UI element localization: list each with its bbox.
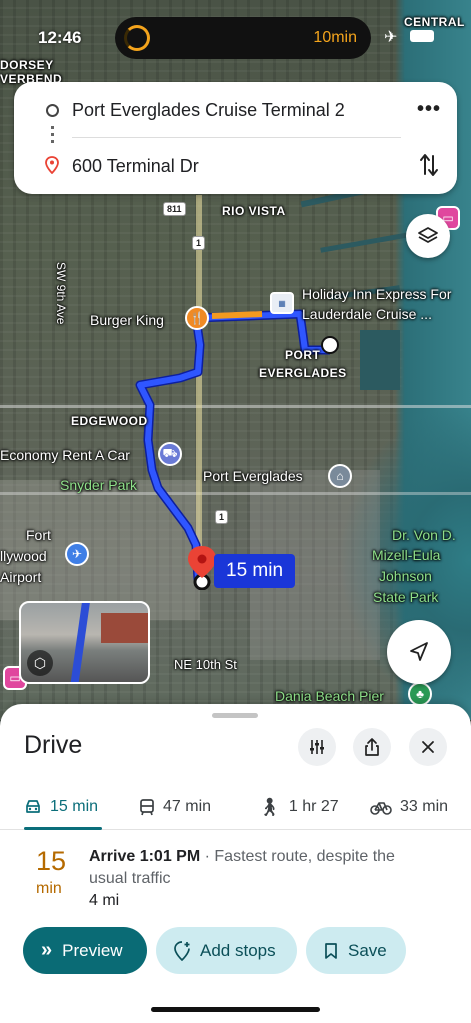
label-mizell-line4: State Park [373, 589, 439, 605]
label-holiday-inn-line1: Holiday Inn Express For [302, 286, 452, 302]
tab-walk-label: 1 hr 27 [288, 798, 339, 815]
label-mizell-line3: Johnson [379, 568, 432, 584]
landmark-icon[interactable]: ⌂ [328, 464, 352, 488]
route-options-button[interactable] [298, 728, 336, 766]
destination-pin-icon[interactable] [187, 546, 217, 590]
bike-icon [370, 802, 392, 815]
origin-field[interactable]: Port Everglades Cruise Terminal 2 [72, 100, 345, 121]
label-airport-line3: Airport [0, 569, 42, 585]
status-time: 12:46 [38, 28, 82, 47]
label-burger-king: Burger King [90, 312, 164, 328]
swap-directions-icon[interactable] [419, 152, 439, 178]
car-icon [26, 800, 40, 813]
timer-ring-icon [124, 25, 150, 51]
duration-number: 15 [36, 846, 67, 876]
tab-bike-label: 33 min [400, 798, 449, 815]
layers-icon [418, 227, 438, 243]
add-stops-label: Add stops [200, 940, 276, 960]
my-location-button[interactable] [387, 620, 451, 684]
navigation-arrow-icon [410, 642, 428, 661]
tab-transit[interactable]: 47 min [139, 784, 211, 830]
active-tab-indicator [24, 827, 102, 830]
label-port-everglades: Port Everglades [203, 468, 303, 484]
label-dania-beach-pier: Dania Beach Pier [275, 688, 384, 704]
add-location-icon [174, 940, 190, 961]
divider [72, 137, 401, 138]
airport-icon[interactable]: ✈ [65, 542, 89, 566]
status-bar: 12:46 10min ✈ [0, 0, 471, 60]
sheet-drag-handle[interactable] [212, 713, 258, 718]
dynamic-island[interactable]: 10min [115, 17, 371, 59]
label-mizell-line2: Mizell-Eula [372, 547, 441, 563]
sheet-title: Drive [24, 731, 83, 759]
hotel-icon[interactable]: ▦ [270, 292, 294, 314]
park-icon[interactable]: ♣ [408, 682, 432, 706]
eta-badge[interactable]: 15 min [214, 554, 296, 588]
label-economy-rent-a-car: Economy Rent A Car [0, 447, 130, 463]
route-result[interactable]: 15 min Arrive 1:01 PM · Fastest route, d… [0, 844, 471, 914]
walk-icon: 🚶︎ [258, 796, 281, 817]
label-ne-10th-st: NE 10th St [174, 657, 237, 672]
origin-dot-icon [46, 104, 59, 117]
route-search-card: Port Everglades Cruise Terminal 2 600 Te… [14, 82, 457, 194]
arrival-summary: Arrive 1:01 PM · Fastest route, despite … [89, 846, 429, 890]
route-traffic [211, 311, 263, 319]
destination-field[interactable]: 600 Terminal Dr [72, 156, 199, 177]
route-shield-1: 1 [192, 236, 206, 250]
label-port-area-line1: PORT [285, 348, 321, 362]
tab-transit-label: 47 min [163, 798, 212, 815]
tab-walk[interactable]: 🚶︎ 1 hr 27 [258, 784, 339, 830]
cube-icon: ⬡ [27, 650, 53, 676]
label-snyder-park: Snyder Park [60, 477, 138, 493]
transit-icon [140, 799, 154, 816]
travel-mode-tabs: 15 min 47 min 🚶︎ 1 hr 27 33 min [0, 784, 471, 830]
preview-label: Preview [62, 940, 123, 960]
battery-icon [410, 30, 434, 42]
share-button[interactable] [353, 728, 391, 766]
route-shield-811: 811 [163, 202, 186, 216]
duration-unit: min [36, 880, 62, 897]
tab-bike[interactable]: 33 min [370, 784, 448, 830]
arrival-time: Arrive 1:01 PM [89, 848, 201, 865]
double-chevron-right-icon: » [41, 939, 53, 961]
label-edgewood: EDGEWOOD [71, 414, 148, 428]
destination-pin-icon [45, 156, 59, 174]
label-airport-line2: llywood [0, 548, 47, 564]
car-rental-icon[interactable]: ⛟ [158, 442, 182, 466]
street-view-building [101, 613, 148, 643]
label-rio-vista: RIO VISTA [222, 204, 286, 218]
add-stops-button[interactable]: Add stops [156, 927, 297, 974]
tune-icon [310, 740, 324, 754]
label-sw-9th-ave: SW 9th Ave [54, 262, 68, 325]
tab-drive-label: 15 min [50, 798, 99, 815]
save-button[interactable]: Save [306, 927, 406, 974]
airplane-mode-icon: ✈ [384, 29, 398, 46]
origin-marker [321, 336, 339, 354]
label-airport-line1: Fort [26, 527, 51, 543]
label-holiday-inn-line2: Lauderdale Cruise ... [302, 306, 432, 322]
close-button[interactable] [409, 728, 447, 766]
label-port-area-line2: EVERGLADES [259, 366, 347, 380]
save-label: Save [348, 940, 387, 960]
directions-sheet: Drive 15 min 47 min 🚶︎ 1 hr 27 33 min 15… [0, 704, 471, 1023]
distance: 4 mi [89, 892, 120, 909]
street-view-route [70, 603, 90, 682]
preview-button[interactable]: » Preview [23, 927, 147, 974]
route-connector [51, 126, 54, 146]
live-activity-time: 10min [313, 29, 357, 46]
street-view-thumbnail[interactable]: ⬡ [19, 601, 150, 684]
bookmark-icon [325, 942, 337, 959]
label-mizell-line1: Dr. Von D. [392, 527, 456, 543]
tab-drive[interactable]: 15 min [24, 784, 98, 830]
restaurant-icon[interactable]: 🍴 [185, 306, 209, 330]
route-shield-1: 1 [215, 510, 229, 524]
layers-button[interactable] [406, 214, 450, 258]
share-icon [365, 738, 379, 756]
home-indicator [151, 1007, 320, 1012]
close-icon [422, 741, 434, 753]
more-options-icon[interactable]: ••• [417, 98, 441, 121]
